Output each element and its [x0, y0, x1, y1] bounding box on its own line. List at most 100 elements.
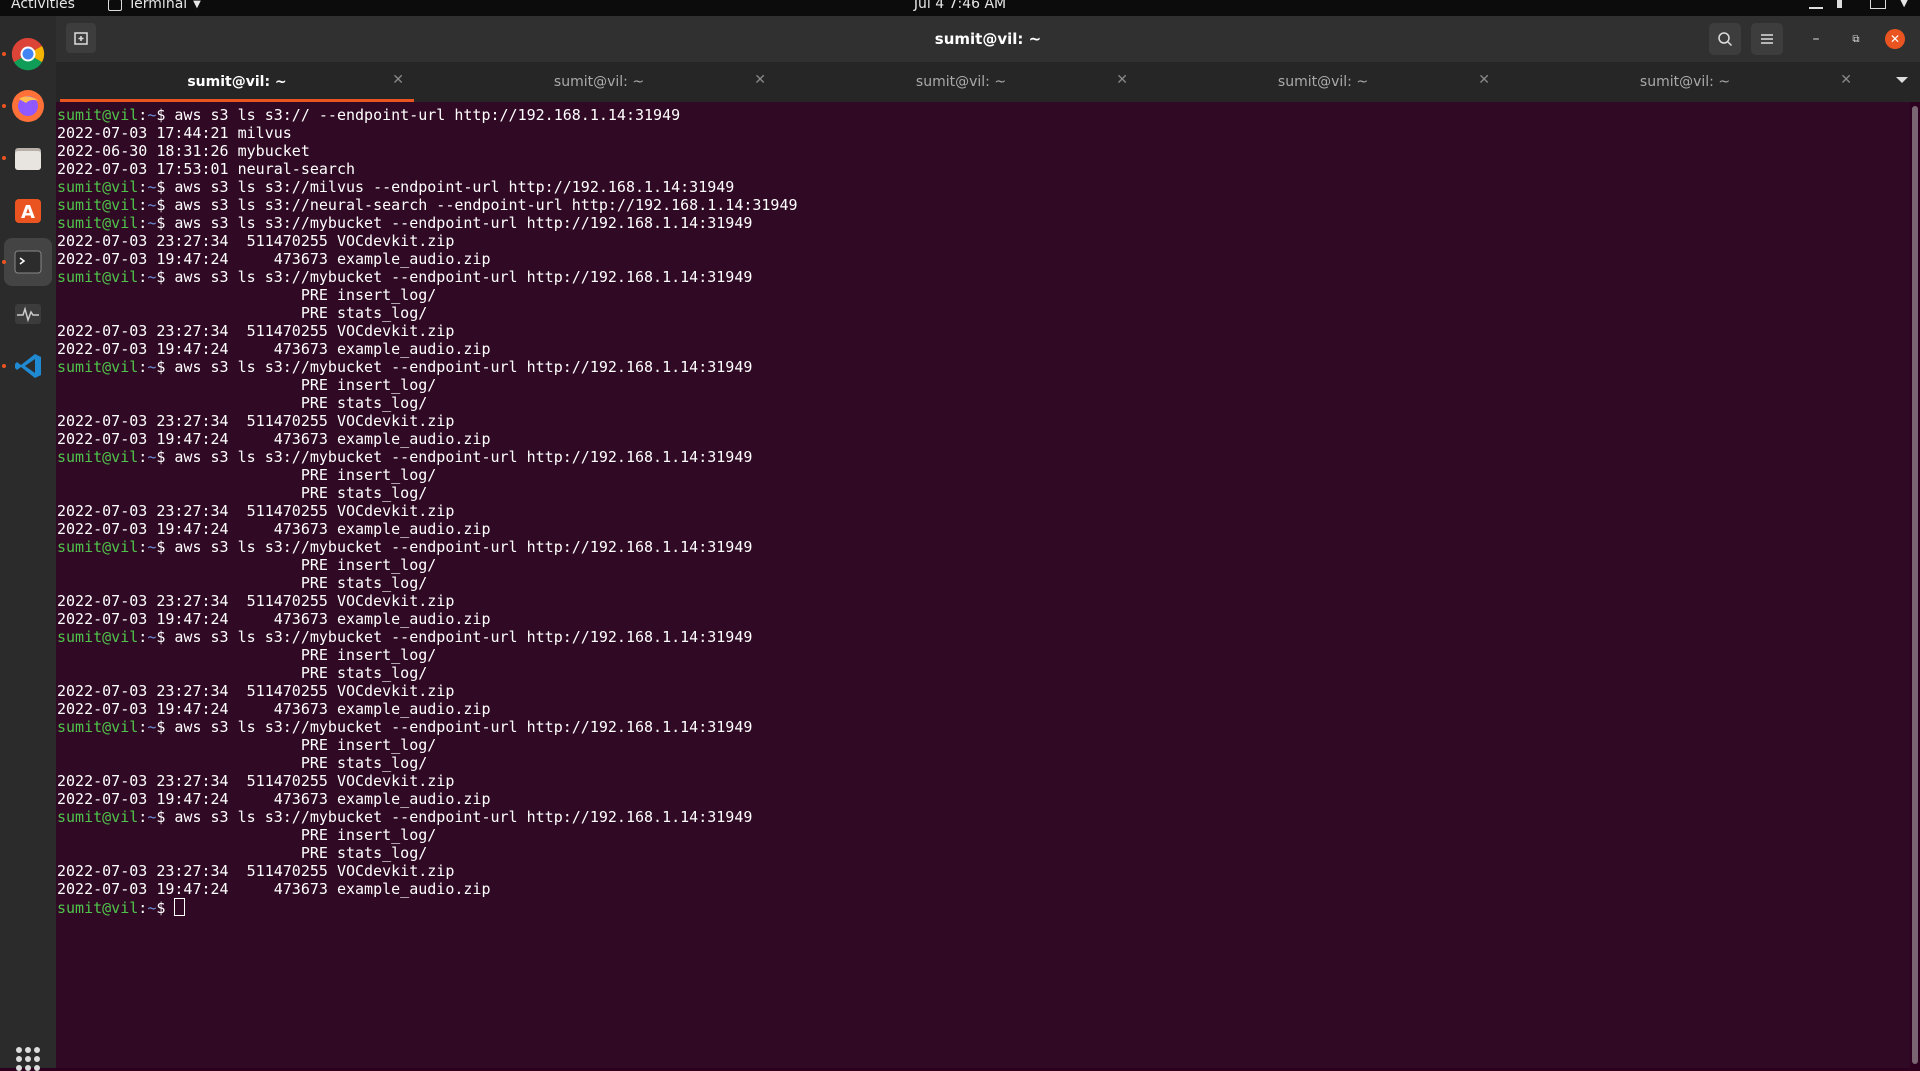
dock: A [0, 16, 56, 1071]
prompt-user: sumit@vil [57, 214, 139, 232]
terminal-tab-4[interactable]: sumit@vil: ~ ✕ [1142, 62, 1504, 102]
prompt-path: ~ [147, 214, 157, 232]
restore-icon: ⧉ [1852, 33, 1860, 45]
chrome-icon [11, 37, 45, 71]
output-line: 2022-07-03 19:47:24 473673 example_audio… [57, 340, 491, 358]
hamburger-menu-icon [1761, 34, 1773, 44]
top-bar: Activities Terminal ▼ Jul 4 7:46 AM ▼ [0, 0, 1920, 16]
output-line: 2022-07-03 19:47:24 473673 example_audio… [57, 430, 491, 448]
output-line: 2022-07-03 23:27:34 511470255 VOCdevkit.… [57, 772, 455, 790]
output-line: 2022-07-03 23:27:34 511470255 VOCdevkit.… [57, 502, 455, 520]
command-line: sumit@vil:~$ aws s3 ls s3://mybucket --e… [57, 448, 753, 466]
output-line: 2022-07-03 17:44:21 milvus [57, 124, 292, 142]
output-line: PRE stats_log/ [57, 574, 428, 592]
close-icon: ✕ [1889, 32, 1901, 46]
output-line: PRE insert_log/ [57, 646, 437, 664]
close-tab-icon[interactable]: ✕ [1840, 72, 1852, 88]
firefox-icon [12, 90, 44, 122]
output-line: PRE stats_log/ [57, 394, 428, 412]
output-line: PRE stats_log/ [57, 754, 428, 772]
firefox-launcher[interactable] [4, 82, 52, 130]
command-line: sumit@vil:~$ aws s3 ls s3://milvus --end… [57, 178, 735, 196]
system-monitor-icon [15, 304, 41, 324]
command-line: sumit@vil:~$ aws s3 ls s3://mybucket --e… [57, 358, 753, 376]
tab-label: sumit@vil: ~ [187, 74, 287, 90]
files-launcher[interactable] [4, 134, 52, 182]
command-line: sumit@vil:~$ aws s3 ls s3://mybucket --e… [57, 718, 753, 736]
search-button[interactable] [1709, 23, 1741, 55]
command-text: aws s3 ls s3://mybucket --endpoint-url h… [174, 358, 753, 376]
output-line: 2022-07-03 19:47:24 473673 example_audio… [57, 790, 491, 808]
terminal-icon [14, 250, 42, 274]
command-text: aws s3 ls s3://mybucket --endpoint-url h… [174, 628, 753, 646]
output-line: PRE stats_log/ [57, 664, 428, 682]
prompt-user: sumit@vil [57, 358, 139, 376]
minimize-button[interactable]: – [1806, 29, 1826, 49]
menu-button[interactable] [1751, 23, 1783, 55]
output-line: PRE insert_log/ [57, 826, 437, 844]
system-monitor-launcher[interactable] [4, 290, 52, 338]
prompt-path: ~ [147, 178, 157, 196]
terminal-tab-3[interactable]: sumit@vil: ~ ✕ [780, 62, 1142, 102]
running-indicator [2, 364, 6, 368]
close-tab-icon[interactable]: ✕ [1116, 72, 1128, 88]
command-text: aws s3 ls s3://mybucket --endpoint-url h… [174, 268, 753, 286]
vscode-icon [15, 354, 41, 378]
search-icon [1718, 32, 1733, 47]
output-line: PRE insert_log/ [57, 466, 437, 484]
tab-label: sumit@vil: ~ [1277, 74, 1369, 90]
output-line: 2022-07-03 17:53:01 neural-search [57, 160, 356, 178]
command-text: aws s3 ls s3://milvus --endpoint-url htt… [174, 178, 735, 196]
terminal-output[interactable]: sumit@vil:~$ aws s3 ls s3:// --endpoint-… [56, 102, 1910, 1068]
prompt-path: ~ [147, 538, 157, 556]
running-indicator [2, 104, 6, 108]
prompt-user: sumit@vil [57, 718, 139, 736]
output-line: 2022-07-03 19:47:24 473673 example_audio… [57, 250, 491, 268]
command-line: sumit@vil:~$ aws s3 ls s3://mybucket --e… [57, 808, 753, 826]
prompt-user: sumit@vil [57, 178, 139, 196]
prompt-path: ~ [147, 358, 157, 376]
output-line: PRE stats_log/ [57, 844, 428, 862]
output-line: PRE insert_log/ [57, 286, 437, 304]
output-line: 2022-07-03 19:47:24 473673 example_audio… [57, 880, 491, 898]
prompt-user: sumit@vil [57, 808, 139, 826]
chrome-launcher[interactable] [4, 30, 52, 78]
tab-list-dropdown-icon[interactable] [1896, 77, 1908, 83]
terminal-tab-1[interactable]: sumit@vil: ~ ✕ [56, 62, 418, 102]
command-line: sumit@vil:~$ aws s3 ls s3:// --endpoint-… [57, 106, 681, 124]
output-line: 2022-07-03 23:27:34 511470255 VOCdevkit.… [57, 322, 455, 340]
close-button[interactable]: ✕ [1885, 29, 1905, 49]
tab-bar: sumit@vil: ~ ✕ sumit@vil: ~ ✕ sumit@vil:… [56, 62, 1920, 102]
prompt-user: sumit@vil [57, 538, 139, 556]
system-status-area[interactable]: ▼ [1809, 0, 1908, 9]
clock[interactable]: Jul 4 7:46 AM [0, 0, 1920, 12]
command-line: sumit@vil:~$ [57, 898, 1910, 917]
software-icon: A [15, 199, 41, 223]
close-tab-icon[interactable]: ✕ [754, 72, 766, 88]
command-line: sumit@vil:~$ aws s3 ls s3://mybucket --e… [57, 628, 753, 646]
software-launcher[interactable]: A [4, 186, 52, 234]
files-icon [15, 148, 41, 170]
close-tab-icon[interactable]: ✕ [1478, 72, 1490, 88]
text-cursor [174, 898, 186, 916]
terminal-tab-5[interactable]: sumit@vil: ~ ✕ [1504, 62, 1866, 102]
tab-label: sumit@vil: ~ [553, 74, 645, 90]
command-line: sumit@vil:~$ aws s3 ls s3://mybucket --e… [57, 268, 753, 286]
prompt-user: sumit@vil [57, 448, 139, 466]
show-applications-button[interactable] [16, 1047, 40, 1071]
vscode-launcher[interactable] [4, 342, 52, 390]
close-tab-icon[interactable]: ✕ [392, 72, 404, 88]
output-line: PRE insert_log/ [57, 556, 437, 574]
prompt-user: sumit@vil [57, 196, 139, 214]
chevron-down-icon: ▼ [1900, 0, 1908, 9]
output-line: PRE stats_log/ [57, 304, 428, 322]
terminal-launcher[interactable] [4, 238, 52, 286]
maximize-button[interactable]: ⧉ [1846, 29, 1866, 49]
tab-label: sumit@vil: ~ [1639, 74, 1731, 90]
command-text: aws s3 ls s3://mybucket --endpoint-url h… [174, 214, 753, 232]
terminal-scrollbar[interactable] [1912, 106, 1918, 1064]
prompt-user: sumit@vil [57, 106, 139, 124]
network-icon [1809, 0, 1824, 9]
command-text: aws s3 ls s3://mybucket --endpoint-url h… [174, 448, 753, 466]
terminal-tab-2[interactable]: sumit@vil: ~ ✕ [418, 62, 780, 102]
